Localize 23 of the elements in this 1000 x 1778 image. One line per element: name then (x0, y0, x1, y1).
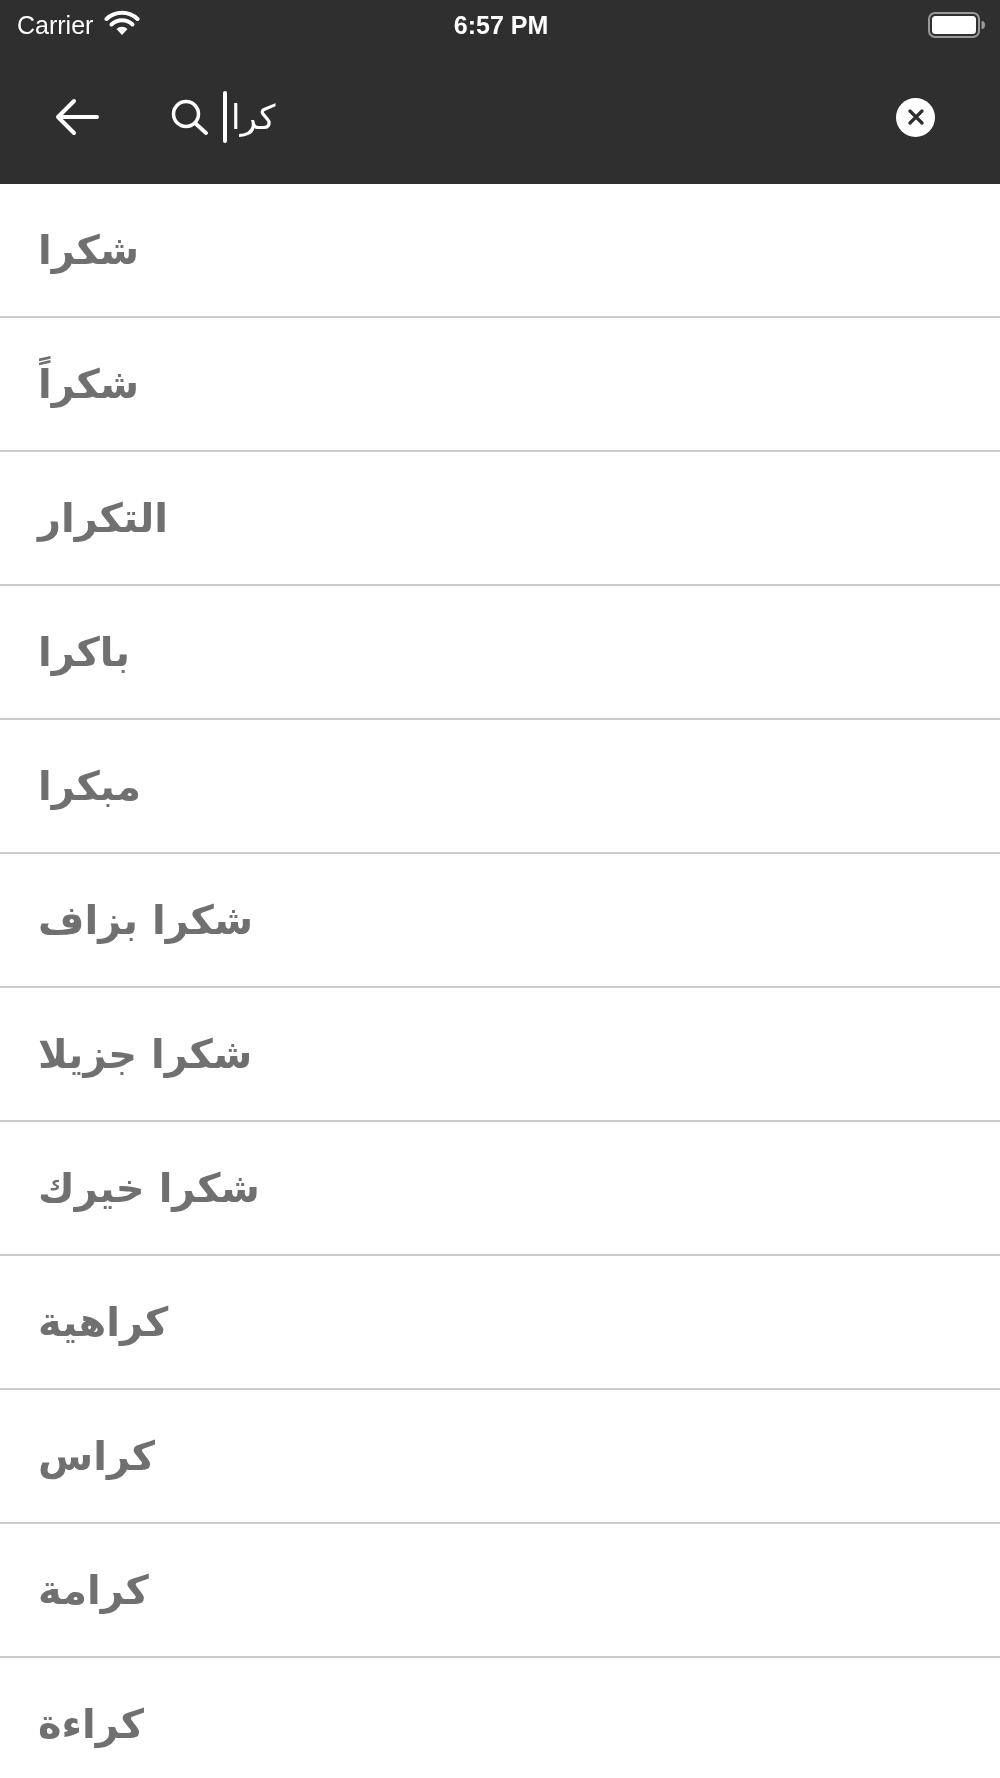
back-arrow-icon (54, 98, 100, 136)
result-item[interactable]: كرامة (0, 1524, 1000, 1658)
result-item[interactable]: كراس (0, 1390, 1000, 1524)
result-item[interactable]: شكرا بزاف (0, 854, 1000, 988)
search-icon (171, 99, 209, 135)
result-item[interactable]: مبكرا (0, 720, 1000, 854)
close-icon (907, 109, 924, 125)
result-item[interactable]: كراهية (0, 1256, 1000, 1390)
result-item[interactable]: التكرار (0, 452, 1000, 586)
battery-icon (928, 12, 985, 38)
search-field[interactable]: كرا (231, 93, 896, 141)
result-item[interactable]: كراءة (0, 1658, 1000, 1778)
result-item[interactable]: شكرا خيرك (0, 1122, 1000, 1256)
text-cursor (223, 91, 227, 143)
result-item[interactable]: شكراً (0, 318, 1000, 452)
result-item[interactable]: شكرا جزيلا (0, 988, 1000, 1122)
clear-button[interactable] (896, 97, 935, 137)
back-button[interactable] (54, 98, 100, 136)
carrier-name: Carrier (17, 10, 94, 40)
result-item[interactable]: باكرا (0, 586, 1000, 720)
wifi-icon (104, 10, 141, 36)
status-time: 6:57 PM (453, 10, 549, 40)
result-item[interactable]: شكرا (0, 184, 1000, 318)
